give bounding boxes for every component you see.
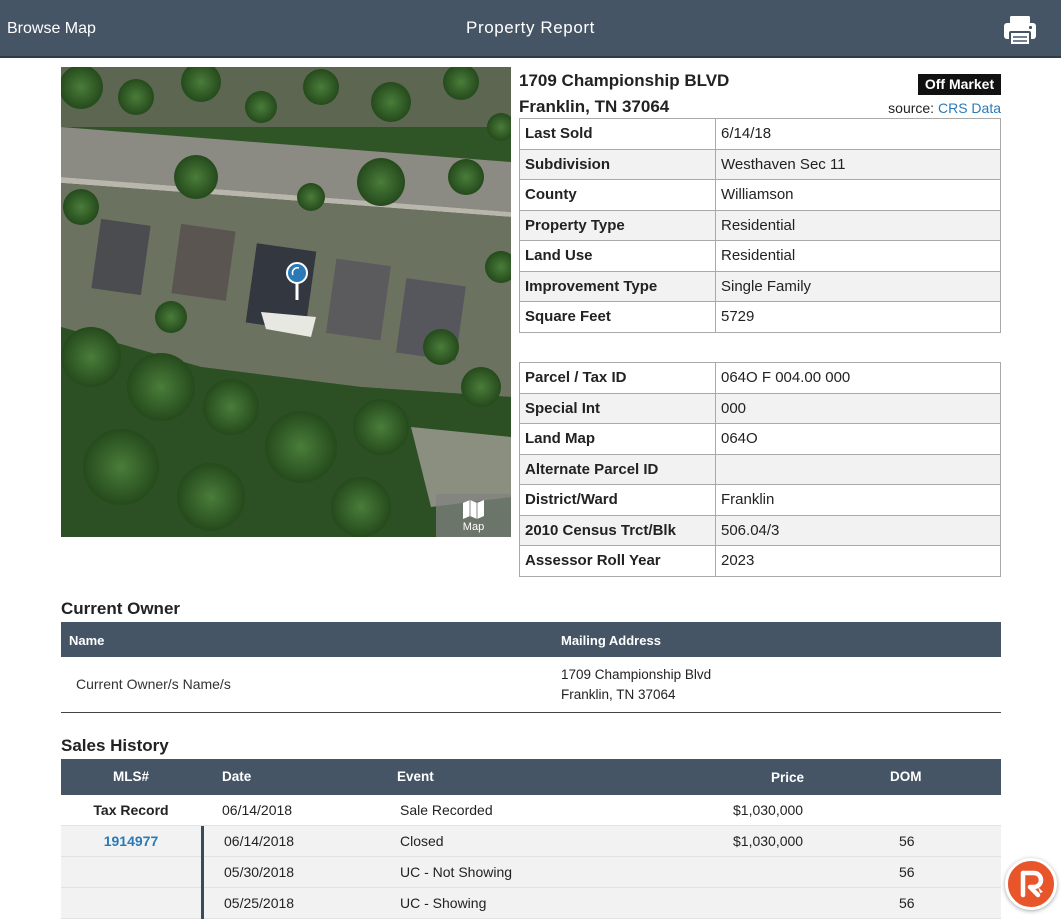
- detail-label: Land Map: [519, 423, 716, 455]
- detail-value: 6/14/18: [715, 118, 1001, 150]
- mls-number-link[interactable]: 1914977: [61, 833, 201, 849]
- detail-label: Alternate Parcel ID: [519, 453, 716, 485]
- sales-history-heading: Sales History: [61, 736, 169, 755]
- detail-value: 506.04/3: [715, 514, 1001, 546]
- detail-value: Single Family: [715, 270, 1001, 302]
- detail-label: District/Ward: [519, 484, 716, 516]
- location-pin-icon[interactable]: [286, 262, 308, 302]
- detail-row: Assessor Roll Year 2023: [519, 545, 1001, 577]
- col-dom: DOM: [890, 769, 922, 784]
- printer-icon[interactable]: [1001, 14, 1039, 48]
- top-navigation-bar: Browse Map Property Report: [0, 0, 1061, 58]
- map-view-button[interactable]: Map: [436, 494, 511, 537]
- col-event: Event: [397, 769, 434, 784]
- detail-value: Westhaven Sec 11: [715, 148, 1001, 180]
- data-source: source: CRS Data: [888, 100, 1001, 116]
- detail-value: Residential: [715, 209, 1001, 241]
- sales-dom: 56: [899, 864, 915, 880]
- sales-date: 05/30/2018: [224, 864, 295, 880]
- detail-label: County: [519, 179, 716, 211]
- sales-price: $1,030,000: [733, 802, 804, 818]
- detail-value: 000: [715, 392, 1001, 424]
- detail-label: 2010 Census Trct/Blk: [519, 514, 716, 546]
- detail-value: 064O F 004.00 000: [715, 362, 1001, 394]
- detail-label: Subdivision: [519, 148, 716, 180]
- listing-group-bar: [201, 857, 204, 888]
- owner-col-address: Mailing Address: [561, 633, 661, 648]
- sales-table-header: MLS# Date Event Price DOM: [61, 759, 1001, 795]
- address-line-1: 1709 Championship BLVD: [519, 71, 730, 90]
- detail-label: Improvement Type: [519, 270, 716, 302]
- detail-label: Property Type: [519, 209, 716, 241]
- sales-row: Tax Record 06/14/2018 Sale Recorded $1,0…: [61, 795, 1001, 826]
- detail-label: Square Feet: [519, 301, 716, 333]
- detail-row: Land Map 064O: [519, 423, 1001, 455]
- owner-table-header: Name Mailing Address: [61, 622, 1001, 657]
- address-line-2: Franklin, TN 37064: [519, 97, 670, 116]
- detail-value: [715, 453, 1001, 485]
- page-title: Property Report: [466, 18, 595, 37]
- detail-row: Special Int 000: [519, 392, 1001, 424]
- map-icon: [463, 500, 484, 519]
- detail-row: Land Use Residential: [519, 240, 1001, 272]
- parcel-details-table: Parcel / Tax ID 064O F 004.00 000 Special…: [519, 362, 1001, 577]
- listing-group-bar: [201, 888, 204, 919]
- col-date: Date: [222, 769, 252, 784]
- sales-dom: 56: [899, 895, 915, 911]
- detail-value: 2023: [715, 545, 1001, 577]
- sales-mls: Tax Record: [93, 802, 169, 818]
- detail-row: Parcel / Tax ID 064O F 004.00 000: [519, 362, 1001, 394]
- sales-event: Closed: [400, 833, 444, 849]
- detail-row: Last Sold 6/14/18: [519, 118, 1001, 150]
- brand-r-logo-icon[interactable]: [1005, 858, 1057, 910]
- sales-date: 05/25/2018: [224, 895, 295, 911]
- detail-label: Parcel / Tax ID: [519, 362, 716, 394]
- sales-row: 1914977 06/14/2018 Closed $1,030,000 56: [61, 826, 1001, 857]
- detail-value: 5729: [715, 301, 1001, 333]
- detail-row: Improvement Type Single Family: [519, 270, 1001, 302]
- map-button-label: Map: [462, 521, 485, 533]
- sales-dom: 56: [899, 833, 915, 849]
- detail-row: Property Type Residential: [519, 209, 1001, 241]
- detail-value: Residential: [715, 240, 1001, 272]
- detail-label: Last Sold: [519, 118, 716, 150]
- current-owner-heading: Current Owner: [61, 599, 181, 618]
- owner-name: Current Owner/s Name/s: [76, 676, 231, 692]
- source-link[interactable]: CRS Data: [938, 100, 1001, 116]
- sales-date: 06/14/2018: [224, 833, 295, 849]
- detail-row: 2010 Census Trct/Blk 506.04/3: [519, 514, 1001, 546]
- detail-value: 064O: [715, 423, 1001, 455]
- detail-label: Special Int: [519, 392, 716, 424]
- sales-row: 05/25/2018 UC - Showing 56: [61, 888, 1001, 919]
- property-details-table: Last Sold 6/14/18 Subdivision Westhaven Se…: [519, 118, 1001, 333]
- status-badge: Off Market: [918, 74, 1001, 95]
- sales-event: UC - Not Showing: [400, 864, 513, 880]
- owner-row: Current Owner/s Name/s 1709 Championship…: [61, 657, 1001, 713]
- detail-label: Land Use: [519, 240, 716, 272]
- listing-group-bar: [201, 826, 204, 857]
- detail-row: Alternate Parcel ID: [519, 453, 1001, 485]
- detail-value: Franklin: [715, 484, 1001, 516]
- sales-date: 06/14/2018: [222, 802, 293, 818]
- detail-value: Williamson: [715, 179, 1001, 211]
- sales-price: $1,030,000: [733, 833, 804, 849]
- detail-row: County Williamson: [519, 179, 1001, 211]
- sales-row: 05/30/2018 UC - Not Showing 56: [61, 857, 1001, 888]
- owner-col-name: Name: [69, 633, 105, 648]
- detail-row: Square Feet 5729: [519, 301, 1001, 333]
- sales-event: Sale Recorded: [400, 802, 493, 818]
- owner-address-line-1: 1709 Championship Blvd: [561, 667, 712, 682]
- sales-event: UC - Showing: [400, 895, 487, 911]
- owner-address-line-2: Franklin, TN 37064: [561, 687, 676, 702]
- detail-row: Subdivision Westhaven Sec 11: [519, 148, 1001, 180]
- detail-row: District/Ward Franklin: [519, 484, 1001, 516]
- detail-label: Assessor Roll Year: [519, 545, 716, 577]
- col-mls: MLS#: [112, 769, 149, 784]
- source-label: source:: [888, 100, 935, 116]
- col-price: Price: [771, 770, 805, 785]
